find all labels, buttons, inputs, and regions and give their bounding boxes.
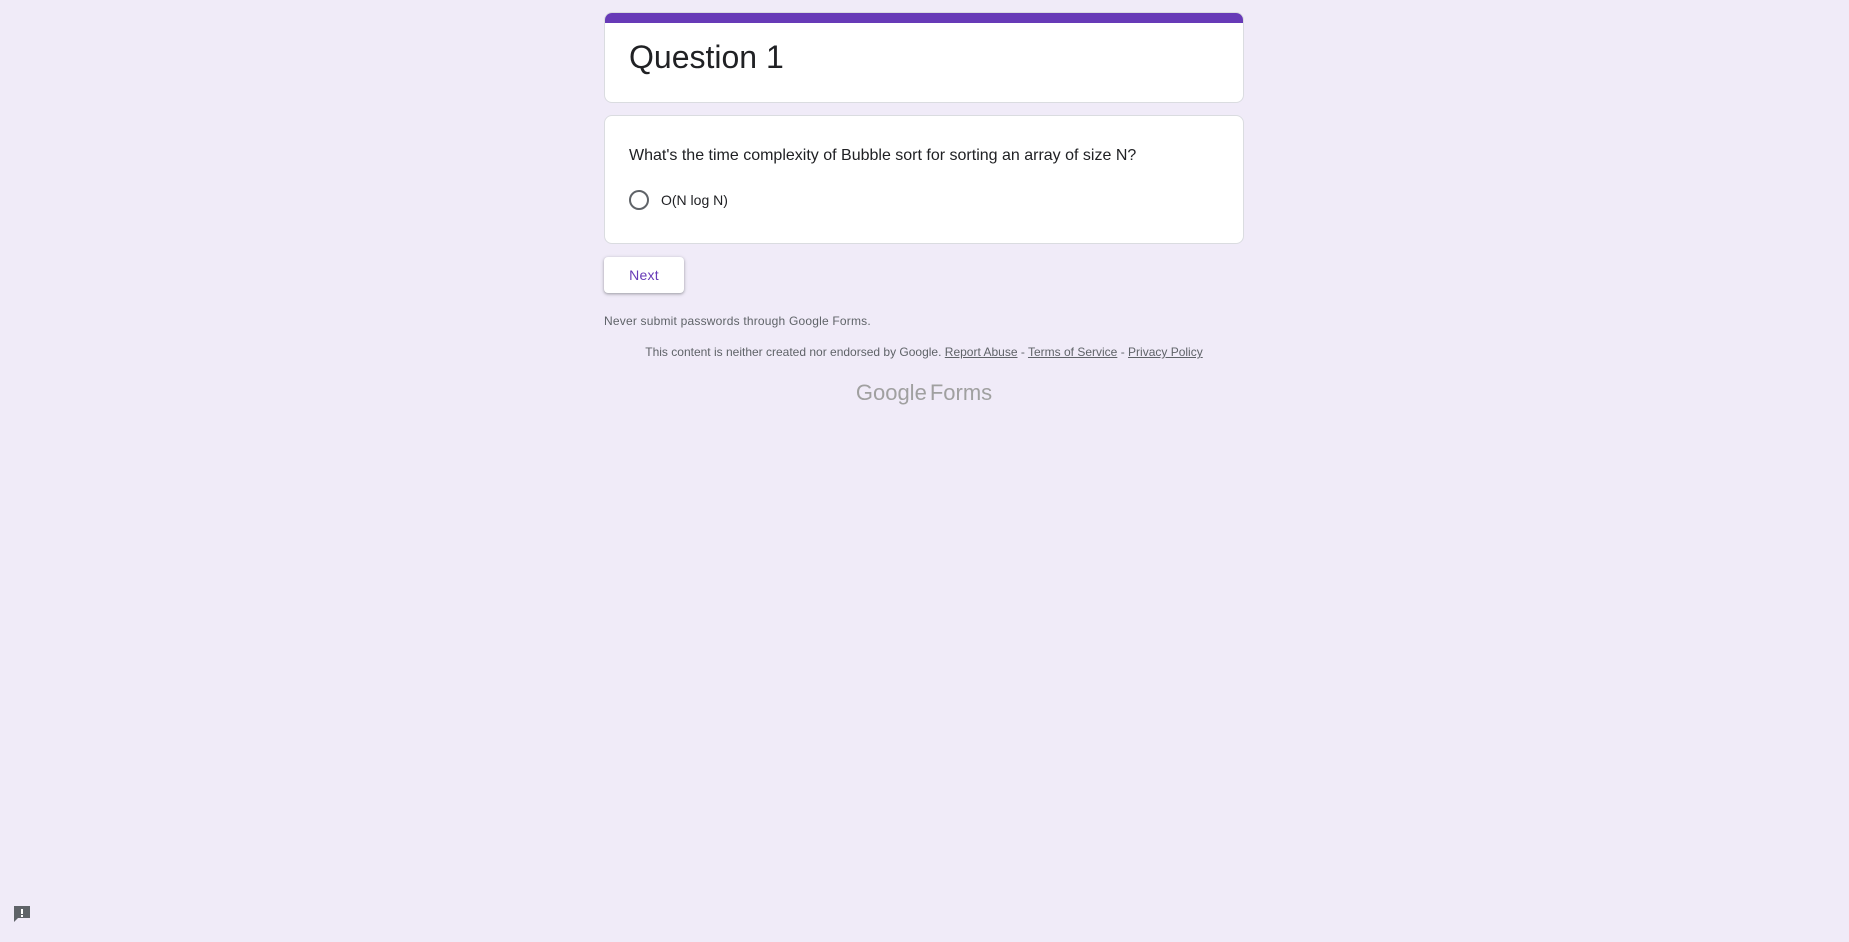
terms-of-service-link[interactable]: Terms of Service: [1028, 345, 1117, 359]
form-header-card: Question 1: [604, 12, 1244, 103]
disclaimer-text: This content is neither created nor endo…: [645, 345, 942, 359]
report-abuse-link[interactable]: Report Abuse: [945, 345, 1018, 359]
question-card: What's the time complexity of Bubble sor…: [604, 115, 1244, 244]
page-title: Question 1: [629, 39, 784, 75]
separator: -: [1120, 345, 1125, 359]
feedback-icon[interactable]: [12, 904, 32, 924]
logo-forms-text: Forms: [929, 380, 993, 405]
google-forms-logo[interactable]: Google Forms: [604, 380, 1244, 406]
option-o-n-log-n[interactable]: O(N log N): [629, 190, 728, 210]
password-warning: Never submit passwords through Google Fo…: [604, 314, 871, 328]
form-container: Question 1 What's the time complexity of…: [604, 12, 1244, 405]
radio-unchecked-icon[interactable]: [629, 190, 649, 210]
disclaimer: This content is neither created nor endo…: [604, 345, 1244, 359]
logo-google-text: Google: [855, 380, 927, 405]
question-text: What's the time complexity of Bubble sor…: [629, 147, 1137, 164]
privacy-policy-link[interactable]: Privacy Policy: [1128, 345, 1203, 359]
next-button[interactable]: Next: [604, 257, 684, 293]
accent-bar: [605, 13, 1243, 23]
separator: -: [1020, 345, 1025, 359]
option-label[interactable]: O(N log N): [661, 190, 728, 210]
